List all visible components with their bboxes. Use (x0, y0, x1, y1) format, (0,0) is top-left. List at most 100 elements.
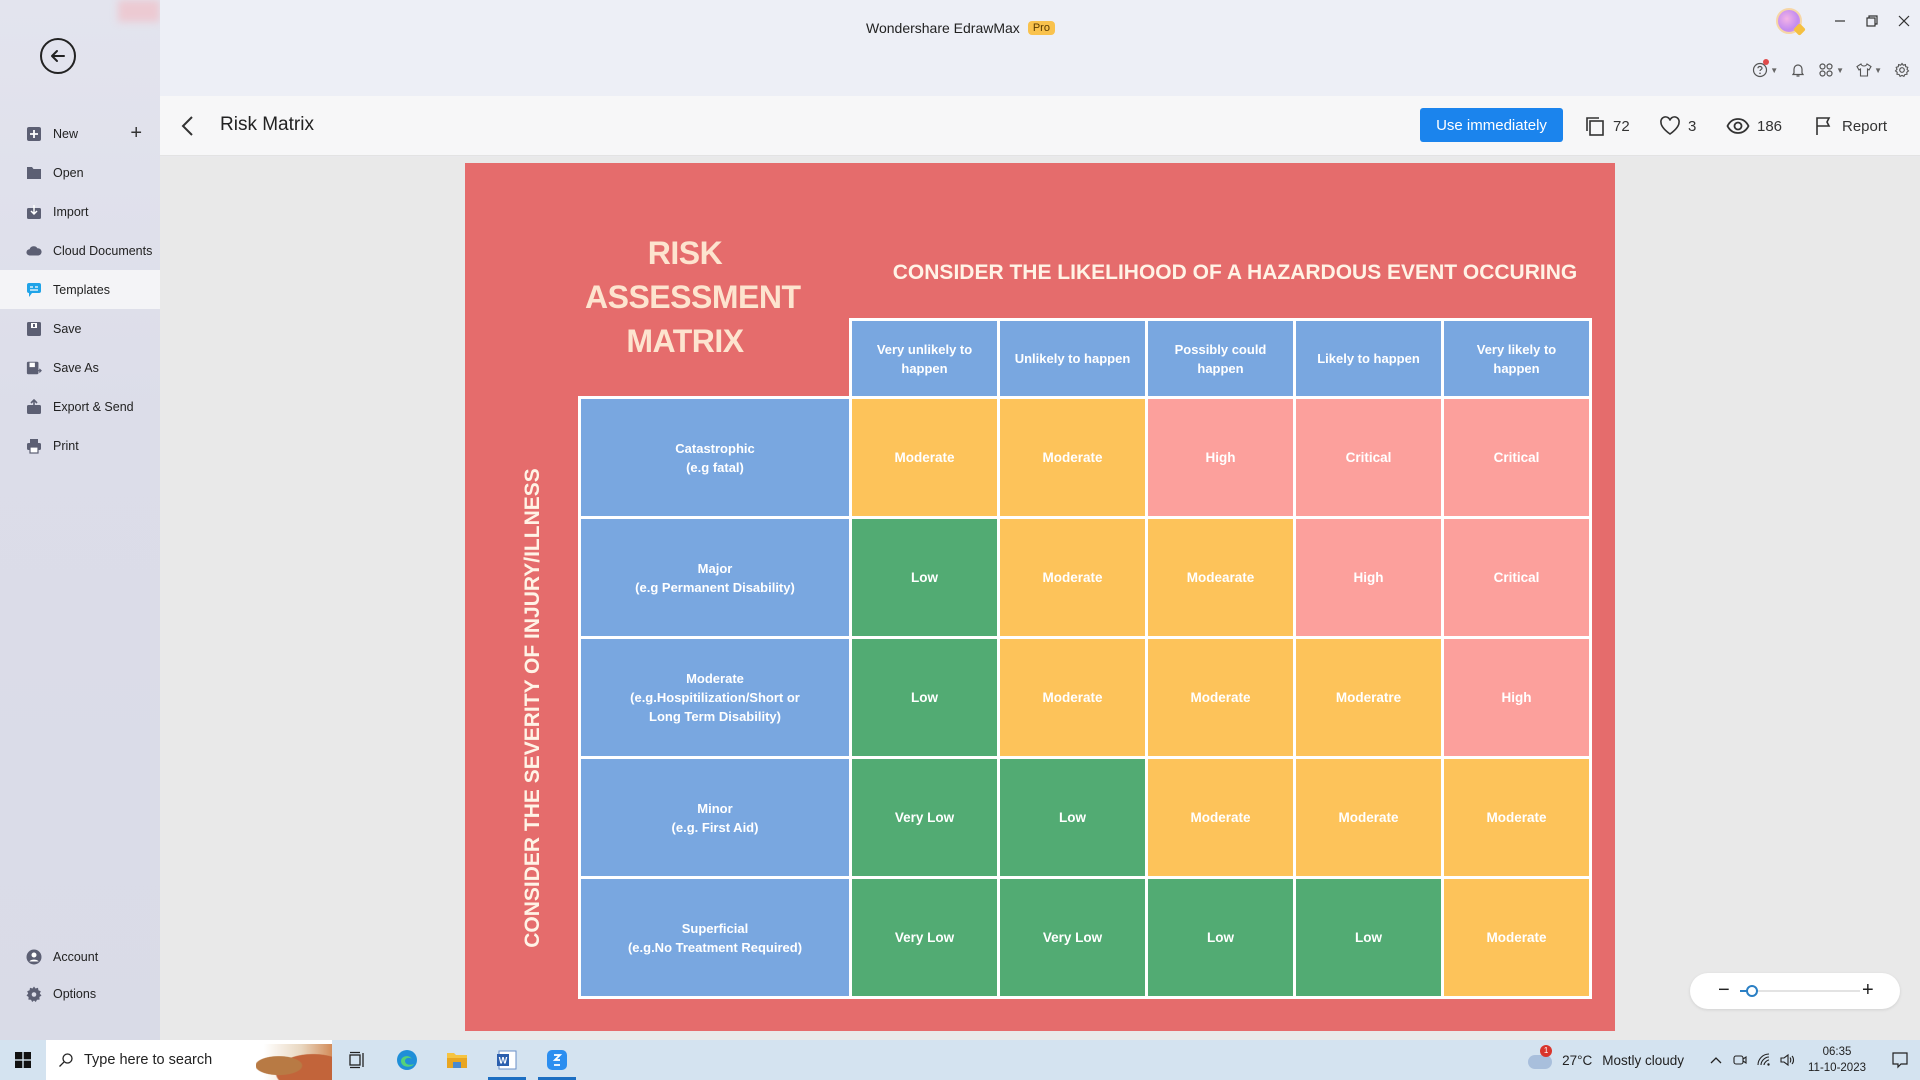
template-preview-canvas: RISK ASSESSMENT MATRIX CONSIDER THE LIKE… (160, 157, 1920, 1040)
taskbar-search[interactable]: Type here to search (46, 1040, 332, 1080)
network-button[interactable] (1752, 1053, 1776, 1067)
risk-level-cell: Moderate (1145, 756, 1296, 879)
sidebar-item-new[interactable]: New + (0, 114, 160, 153)
risk-level-cell: Critical (1441, 516, 1592, 639)
like-button[interactable]: 3 (1659, 115, 1696, 137)
search-icon (59, 1053, 73, 1067)
header-back-button[interactable] (178, 113, 200, 139)
risk-level-cell: Moderatre (1293, 636, 1444, 759)
edge-app[interactable] (382, 1040, 432, 1080)
risk-level-cell: Critical (1441, 396, 1592, 519)
zoom-control: − + (1690, 973, 1900, 1009)
heart-icon (1660, 116, 1680, 135)
risk-level-cell: Very Low (997, 876, 1148, 999)
word-app[interactable]: W (482, 1040, 532, 1080)
duplicate-count[interactable]: 72 (1584, 115, 1630, 137)
pro-badge: Pro (1027, 21, 1055, 35)
severity-example: (e.g fatal) (686, 459, 744, 475)
likelihood-column-header: Likely to happen (1293, 318, 1444, 399)
notification-center-button[interactable] (1880, 1051, 1920, 1069)
import-icon (26, 204, 42, 220)
file-explorer-app[interactable] (432, 1040, 482, 1080)
minimize-icon (1835, 20, 1845, 22)
risk-level-cell: High (1441, 636, 1592, 759)
bell-icon (1792, 64, 1805, 77)
diagram-title-line: ASSESSMENT (585, 279, 801, 315)
risk-matrix-diagram: RISK ASSESSMENT MATRIX CONSIDER THE LIKE… (465, 163, 1615, 1031)
report-button[interactable]: Report (1813, 115, 1887, 137)
close-button[interactable] (1888, 8, 1920, 34)
clock-time: 06:35 (1822, 1046, 1852, 1058)
help-button[interactable]: ▼ (1752, 59, 1779, 78)
meet-now-button[interactable] (1728, 1053, 1752, 1067)
sidebar-bottom-nav: Account Options (0, 938, 160, 1012)
settings-button[interactable] (1894, 62, 1910, 78)
notifications-button[interactable] (1790, 62, 1806, 78)
account-icon (26, 949, 42, 965)
likelihood-column-header: Very unlikely to happen (849, 318, 1000, 399)
sidebar-item-templates[interactable]: Templates (0, 270, 160, 309)
task-view-icon (349, 1051, 364, 1069)
save-as-icon (26, 360, 42, 376)
view-count-value: 186 (1757, 117, 1783, 135)
sidebar-item-options[interactable]: Options (0, 975, 160, 1012)
weather-widget[interactable]: 1 27°C Mostly cloudy (1528, 1045, 1684, 1069)
theme-button[interactable]: ▼ (1856, 62, 1882, 78)
word-icon: W (497, 1050, 517, 1070)
zoom-out-button[interactable]: − (1718, 979, 1730, 1001)
edrawmax-icon (547, 1050, 567, 1070)
edrawmax-window: New + Open Import Cloud Documents Templates Sa… (0, 0, 1920, 1040)
risk-level-cell: Moderate (1145, 636, 1296, 759)
risk-level-cell: Moderate (997, 396, 1148, 519)
page-title: Risk Matrix (220, 114, 314, 135)
likelihood-column-header: Unlikely to happen (997, 318, 1148, 399)
task-view-button[interactable] (332, 1040, 382, 1080)
edrawmax-app[interactable] (532, 1040, 582, 1080)
system-tray: 1 27°C Mostly cloudy 06:35 11-10-2023 (1528, 1040, 1920, 1080)
volume-button[interactable] (1776, 1053, 1800, 1067)
weather-badge: 1 (1540, 1045, 1553, 1057)
show-hidden-icons-button[interactable] (1704, 1056, 1728, 1064)
copy-icon (1586, 117, 1604, 136)
zoom-slider-thumb[interactable] (1746, 985, 1758, 997)
close-icon (1898, 15, 1910, 27)
severity-label: Superficial (681, 920, 749, 936)
sidebar-item-open[interactable]: Open (0, 153, 160, 192)
severity-label: Major (697, 560, 733, 576)
risk-level-cell: Very Low (849, 876, 1000, 999)
chevron-left-icon (181, 116, 193, 136)
matrix-corner (581, 321, 849, 396)
flag-icon (1816, 117, 1831, 135)
shirt-icon (1856, 63, 1872, 77)
sidebar-item-print[interactable]: Print (0, 426, 160, 465)
severity-label: Minor (697, 800, 733, 816)
risk-level-cell: High (1293, 516, 1444, 639)
sidebar-item-save-as[interactable]: Save As (0, 348, 160, 387)
new-plus-icon[interactable]: + (130, 123, 142, 143)
severity-example: (e.g.No Treatment Required) (627, 939, 803, 955)
like-count: 3 (1688, 117, 1697, 135)
caret-down-icon: ▼ (1770, 65, 1779, 75)
apps-button[interactable]: ▼ (1818, 62, 1844, 78)
sidebar-item-export-send[interactable]: Export & Send (0, 387, 160, 426)
start-button[interactable] (0, 1040, 46, 1080)
sidebar-item-cloud-documents[interactable]: Cloud Documents (0, 231, 160, 270)
back-button[interactable] (40, 38, 76, 74)
avatar[interactable] (1776, 8, 1802, 34)
clock[interactable]: 06:35 11-10-2023 (1808, 1044, 1866, 1076)
zoom-in-button[interactable]: + (1862, 979, 1874, 1001)
app-name: Wondershare EdrawMax (866, 20, 1020, 36)
sidebar-item-save[interactable]: Save (0, 309, 160, 348)
caret-down-icon: ▼ (1836, 65, 1845, 75)
sidebar-item-import[interactable]: Import (0, 192, 160, 231)
severity-label: Moderate (686, 671, 744, 686)
notification-dot (1763, 59, 1770, 65)
risk-level-cell: High (1145, 396, 1296, 519)
likelihood-column-header: Possibly could happen (1145, 318, 1296, 399)
sidebar-item-account[interactable]: Account (0, 938, 160, 975)
use-immediately-button[interactable]: Use immediately (1420, 108, 1563, 142)
zoom-slider-track[interactable] (1740, 985, 1860, 997)
severity-example: (e.g Permanent Disability) (635, 579, 795, 595)
restore-button[interactable] (1856, 8, 1888, 34)
minimize-button[interactable] (1824, 8, 1856, 34)
